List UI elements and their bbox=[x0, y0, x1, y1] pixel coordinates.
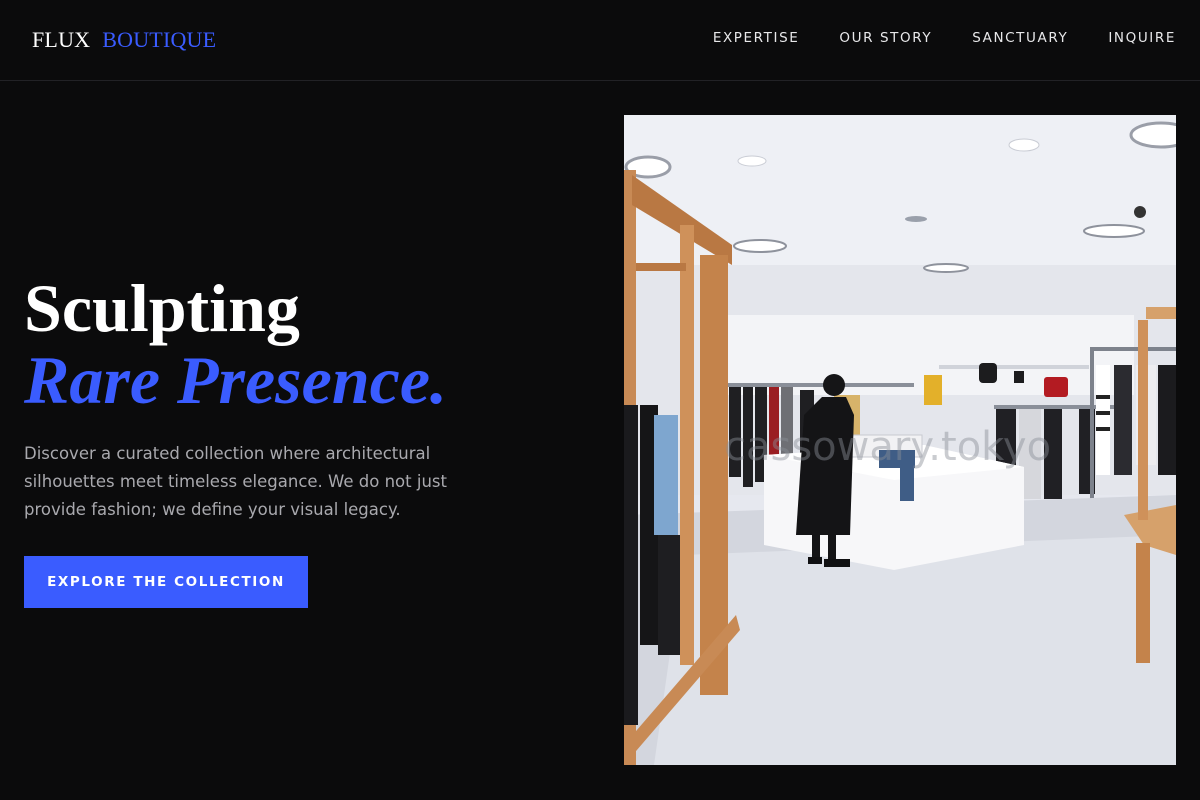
main-nav: EXPERTISE OUR STORY SANCTUARY INQUIRE bbox=[713, 30, 1176, 46]
brand-logo[interactable]: FLUX BOUTIQUE bbox=[32, 27, 216, 53]
logo-primary: FLUX bbox=[32, 27, 91, 52]
store-interior-illustration: cassowary.tokyo bbox=[624, 115, 1176, 765]
nav-link-expertise[interactable]: EXPERTISE bbox=[713, 30, 800, 46]
landing-page: FLUX BOUTIQUE EXPERTISE OUR STORY SANCTU… bbox=[0, 0, 1200, 800]
hero-store-photo: cassowary.tokyo bbox=[624, 115, 1176, 765]
hero-title-line1: Sculpting bbox=[24, 270, 300, 346]
hero-description: Discover a curated collection where arch… bbox=[24, 444, 447, 519]
nav-link-our-story[interactable]: OUR STORY bbox=[839, 30, 932, 46]
photo-watermark: cassowary.tokyo bbox=[724, 424, 1051, 470]
site-header: FLUX BOUTIQUE EXPERTISE OUR STORY SANCTU… bbox=[0, 0, 1200, 81]
hero-title: Sculpting Rare Presence. bbox=[24, 272, 447, 416]
explore-collection-button[interactable]: EXPLORE THE COLLECTION bbox=[24, 556, 308, 608]
hero-title-line2: Rare Presence. bbox=[24, 342, 448, 418]
nav-link-inquire[interactable]: INQUIRE bbox=[1108, 30, 1176, 46]
logo-secondary: BOUTIQUE bbox=[102, 27, 217, 52]
nav-link-sanctuary[interactable]: SANCTUARY bbox=[972, 30, 1068, 46]
